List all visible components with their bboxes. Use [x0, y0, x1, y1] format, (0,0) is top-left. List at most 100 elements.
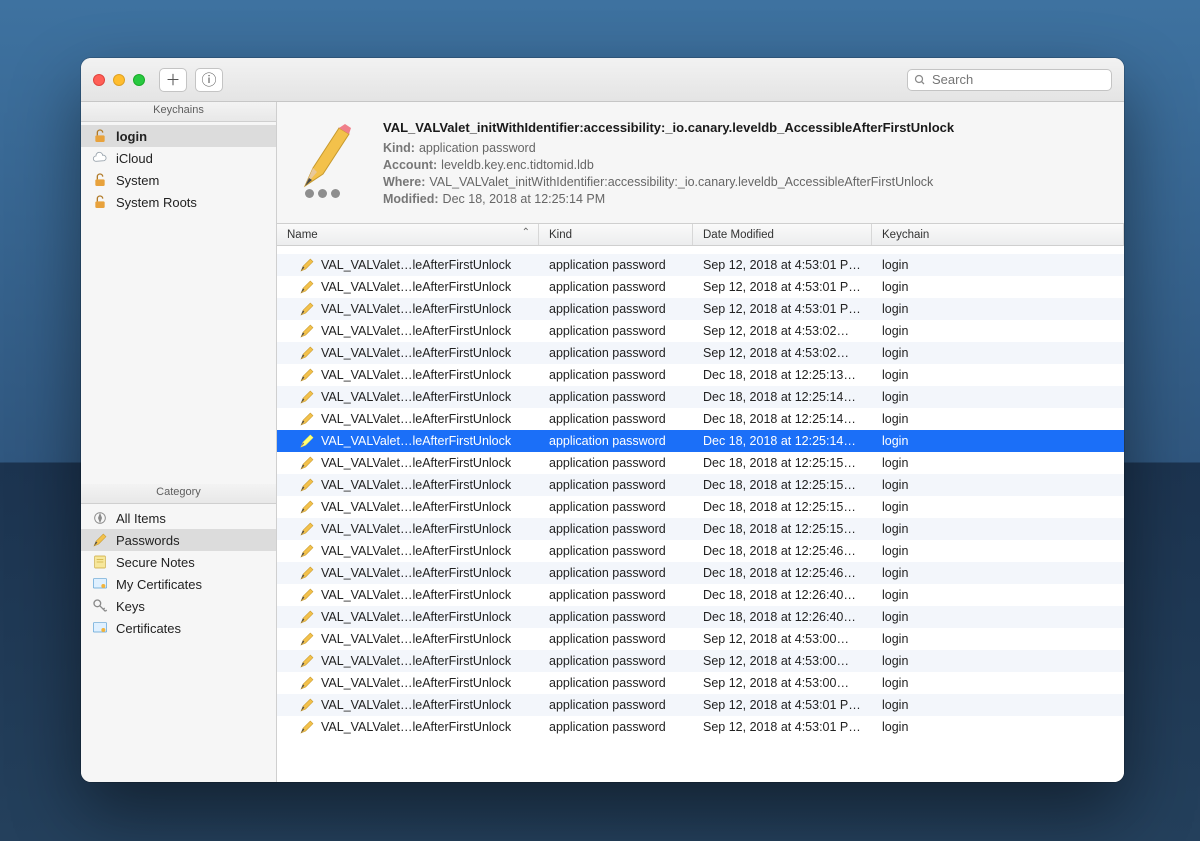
table-row[interactable]: VAL_VALValet…leAfterFirstUnlockapplicati…	[277, 584, 1124, 606]
item-detail: VAL_VALValet_initWithIdentifier:accessib…	[277, 102, 1124, 224]
pencil-icon	[299, 719, 315, 735]
pencil-icon	[299, 301, 315, 317]
item-kind: application password	[539, 698, 693, 712]
column-header-name[interactable]: Name	[277, 224, 539, 245]
column-header-date[interactable]: Date Modified	[693, 224, 872, 245]
table-row[interactable]: VAL_VALValet…leAfterFirstUnlockapplicati…	[277, 562, 1124, 584]
sidebar-keychain-system[interactable]: System	[81, 169, 276, 191]
table-row[interactable]: VAL_VALValet…leAfterFirstUnlockapplicati…	[277, 430, 1124, 452]
item-date: Sep 12, 2018 at 4:53:01 P…	[693, 258, 872, 272]
item-name: VAL_VALValet…leAfterFirstUnlock	[321, 632, 511, 646]
info-button[interactable]: ⓘ	[195, 68, 223, 92]
search-input[interactable]	[932, 72, 1105, 87]
detail-key: Account:	[383, 158, 437, 172]
item-keychain: login	[872, 588, 1124, 602]
table-row[interactable]: VAL_VALValet…leAfterFirstUnlockapplicati…	[277, 452, 1124, 474]
detail-value: leveldb.key.enc.tidtomid.ldb	[441, 158, 594, 172]
item-keychain: login	[872, 258, 1124, 272]
item-keychain: login	[872, 412, 1124, 426]
item-name: VAL_VALValet…leAfterFirstUnlock	[321, 346, 511, 360]
item-name: VAL_VALValet…leAfterFirstUnlock	[321, 324, 511, 338]
item-keychain: login	[872, 500, 1124, 514]
item-keychain: login	[872, 654, 1124, 668]
sidebar-keychain-login[interactable]: login	[81, 125, 276, 147]
table-row[interactable]: VAL_VALValet…leAfterFirstUnlockapplicati…	[277, 276, 1124, 298]
item-keychain: login	[872, 698, 1124, 712]
table-row[interactable]: VAL_VALValet…leAfterFirstUnlockapplicati…	[277, 298, 1124, 320]
pencil-icon	[299, 477, 315, 493]
item-date: Sep 12, 2018 at 4:53:01 P…	[693, 302, 872, 316]
item-name: VAL_VALValet…leAfterFirstUnlock	[321, 544, 511, 558]
item-date: Sep 12, 2018 at 4:53:01 P…	[693, 698, 872, 712]
sidebar-category-passwords[interactable]: Passwords	[81, 529, 276, 551]
item-keychain: login	[872, 544, 1124, 558]
sidebar-keychain-icloud[interactable]: iCloud	[81, 147, 276, 169]
sidebar-item-label: Certificates	[116, 621, 181, 636]
column-header-kind[interactable]: Kind	[539, 224, 693, 245]
table-row[interactable]: VAL_VALValet…leAfterFirstUnlockapplicati…	[277, 518, 1124, 540]
table-row[interactable]: VAL_VALValet…leAfterFirstUnlockapplicati…	[277, 694, 1124, 716]
minimize-window-button[interactable]	[113, 74, 125, 86]
table-row[interactable]: VAL_VALValet…leAfterFirstUnlockapplicati…	[277, 342, 1124, 364]
item-date: Sep 12, 2018 at 4:53:01 P…	[693, 280, 872, 294]
sidebar-category-all-items[interactable]: All Items	[81, 507, 276, 529]
item-name: VAL_VALValet…leAfterFirstUnlock	[321, 368, 511, 382]
pencil-icon	[295, 120, 365, 190]
item-kind: application password	[539, 676, 693, 690]
item-date: Sep 12, 2018 at 4:53:00…	[693, 676, 872, 690]
table-row[interactable]: VAL_VALValet…leAfterFirstUnlockapplicati…	[277, 386, 1124, 408]
pencil-icon	[299, 257, 315, 273]
sidebar-category-my-certificates[interactable]: My Certificates	[81, 573, 276, 595]
detail-value: application password	[419, 141, 536, 155]
table-header: Name Kind Date Modified Keychain	[277, 224, 1124, 246]
sidebar-category-secure-notes[interactable]: Secure Notes	[81, 551, 276, 573]
detail-value: VAL_VALValet_initWithIdentifier:accessib…	[429, 175, 933, 189]
item-date: Dec 18, 2018 at 12:25:13…	[693, 368, 872, 382]
table-row[interactable]: VAL_VALValet…leAfterFirstUnlock applicati…	[277, 606, 1124, 628]
close-window-button[interactable]	[93, 74, 105, 86]
table-row[interactable]: VAL_VALValet…leAfterFirstUnlockapplicati…	[277, 254, 1124, 276]
detail-row: Where:VAL_VALValet_initWithIdentifier:ac…	[383, 175, 1106, 189]
sidebar-item-label: Passwords	[116, 533, 180, 548]
item-keychain: login	[872, 280, 1124, 294]
zoom-window-button[interactable]	[133, 74, 145, 86]
add-button[interactable]: ＋	[159, 68, 187, 92]
sidebar-category-keys[interactable]: Keys	[81, 595, 276, 617]
item-kind: application password	[539, 280, 693, 294]
item-name: VAL_VALValet…leAfterFirstUnlock	[321, 676, 511, 690]
sidebar-keychain-system-roots[interactable]: System Roots	[81, 191, 276, 213]
table-row[interactable]: VAL_VALValet…leAfterFirstUnlockapplicati…	[277, 408, 1124, 430]
item-name: VAL_VALValet…leAfterFirstUnlock	[321, 478, 511, 492]
item-kind: application password	[539, 610, 693, 624]
table-row[interactable]: VAL_VALValet…leAfterFirstUnlockapplicati…	[277, 320, 1124, 342]
sidebar: Keychains loginiCloudSystemSystem Roots …	[81, 102, 277, 782]
note-icon	[91, 554, 109, 570]
table-row[interactable]: VAL_VALValet…leAfterFirstUnlock applicati…	[277, 672, 1124, 694]
sidebar-category-certificates[interactable]: Certificates	[81, 617, 276, 639]
pencil-icon	[299, 279, 315, 295]
column-header-keychain[interactable]: Keychain	[872, 224, 1124, 245]
table-row[interactable]: VAL_VALValet…leAfterFirstUnlockapplicati…	[277, 364, 1124, 386]
item-date: Dec 18, 2018 at 12:25:46…	[693, 566, 872, 580]
detail-row: Account: leveldb.key.enc.tidtomid.ldb	[383, 158, 1106, 172]
item-name: VAL_VALValet…leAfterFirstUnlock	[321, 610, 511, 624]
item-kind: application password	[539, 478, 693, 492]
table-row[interactable]: VAL_VALValet…leAfterFirstUnlockapplicati…	[277, 650, 1124, 672]
table-body[interactable]: VAL_VALValet…leAfterFirstUnlock applicati…	[277, 246, 1124, 782]
padlock-open-icon	[91, 172, 109, 188]
padlock-open-icon	[91, 128, 109, 144]
sidebar-item-label: System Roots	[116, 195, 197, 210]
item-keychain: login	[872, 302, 1124, 316]
table-row[interactable]: VAL_VALValet…leAfterFirstUnlock applicati…	[277, 474, 1124, 496]
table-row[interactable]: VAL_VALValet…leAfterFirstUnlockapplicati…	[277, 716, 1124, 738]
table-row[interactable]: VAL_VALValet…leAfterFirstUnlockapplicati…	[277, 496, 1124, 518]
item-keychain: login	[872, 632, 1124, 646]
pencil-icon	[299, 389, 315, 405]
item-name: VAL_VALValet…leAfterFirstUnlock	[321, 654, 511, 668]
search-field[interactable]	[907, 69, 1112, 91]
table-row[interactable]: VAL_VALValet…leAfterFirstUnlockapplicati…	[277, 628, 1124, 650]
item-keychain: login	[872, 566, 1124, 580]
item-title: VAL_VALValet_initWithIdentifier:accessib…	[383, 120, 1106, 135]
table-row[interactable]: VAL_VALValet…leAfterFirstUnlockapplicati…	[277, 540, 1124, 562]
item-date: Sep 12, 2018 at 4:53:00…	[693, 632, 872, 646]
